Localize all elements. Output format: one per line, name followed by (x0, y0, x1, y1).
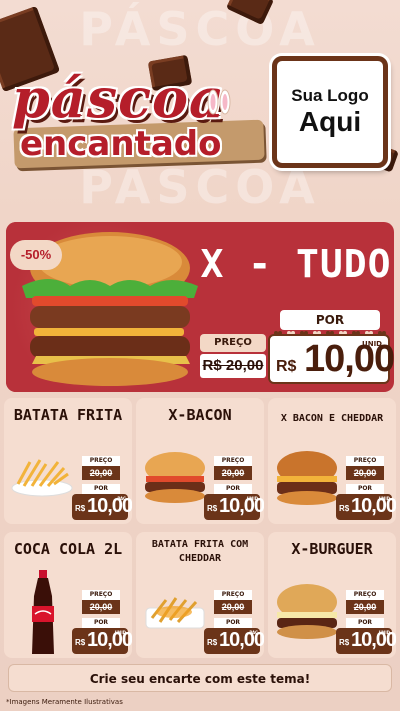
discount-badge: -50% (10, 240, 62, 270)
card-price: R$ 10,00 UNID (204, 494, 264, 520)
hero-preco-label: PREÇO (200, 334, 266, 352)
card-por-label: POR (214, 618, 252, 628)
card-title: X BACON E CHEDDAR (280, 413, 384, 424)
product-card: X-BACON PREÇO 20,00 POR R$ 10,00 UNID (136, 398, 264, 524)
card-por-label: POR (82, 484, 120, 494)
currency-symbol: R$ (276, 358, 297, 375)
card-title: COCA COLA 2L (13, 540, 123, 558)
burger-cheddar-image (277, 451, 337, 505)
card-title: BATATA FRITA COM CHEDDAR (151, 539, 249, 564)
card-price: R$ 10,00 PAC (204, 628, 264, 654)
product-card: COCA COLA 2L PREÇO 20,00 POR R$ 10,00 UN… (4, 532, 132, 658)
product-card: X BACON E CHEDDAR PREÇO 20,00 POR R$ 10,… (268, 398, 396, 524)
card-title: X-BURGUER (291, 540, 373, 558)
card-old-price: 20,00 (214, 600, 252, 614)
burger-image (145, 452, 205, 503)
hero-old-price: R$ 20,00 (200, 354, 266, 378)
card-price: R$ 10,00 UNID (336, 628, 396, 654)
hero-por-label: POR (280, 310, 380, 330)
logo-line2: Aqui (298, 106, 362, 137)
card-old-price: 20,00 (82, 600, 120, 614)
title-sub: encantado (20, 124, 222, 164)
cta-banner[interactable]: Crie seu encarte com este tema! (8, 664, 392, 692)
fries-cheddar-image (145, 597, 205, 629)
bunny-ears-icon (207, 89, 231, 115)
card-price: R$ 10,00 UNID (72, 628, 132, 654)
card-old-price: 20,00 (346, 600, 384, 614)
card-old-price: 20,00 (214, 466, 252, 480)
burger-plain-image (277, 584, 337, 639)
card-preco-label: PREÇO (346, 590, 384, 600)
card-por-label: POR (346, 618, 384, 628)
card-preco-label: PREÇO (214, 590, 252, 600)
card-title: BATATA FRITA (13, 406, 123, 424)
disclaimer: *Imagens Meramente Ilustrativas (6, 698, 123, 706)
product-card: X-BURGUER PREÇO 20,00 POR R$ 10,00 UNID (268, 532, 396, 658)
card-preco-label: PREÇO (214, 456, 252, 466)
hero-new-price: R$ 10,00 UNID (268, 334, 395, 384)
logo-line1: Sua Logo (291, 86, 369, 105)
card-preco-label: PREÇO (82, 590, 120, 600)
card-preco-label: PREÇO (346, 456, 384, 466)
unit-label: UNID (362, 340, 382, 348)
soda-bottle-image (32, 570, 54, 654)
fries-image (11, 459, 73, 497)
card-por-label: POR (82, 618, 120, 628)
card-price: R$ 10,00 PAC (72, 494, 132, 520)
logo-placeholder: Sua Logo Aqui (272, 56, 388, 168)
product-card: BATATA FRITA COM CHEDDAR PREÇO 20,00 POR… (136, 532, 264, 658)
card-title: X-BACON (168, 406, 232, 424)
card-por-label: POR (214, 484, 252, 494)
card-por-label: POR (346, 484, 384, 494)
card-preco-label: PREÇO (82, 456, 120, 466)
card-old-price: 20,00 (346, 466, 384, 480)
product-card: BATATA FRITA PREÇO 20,00 POR R$ 10,00 PA… (4, 398, 132, 524)
background-watermark-top: PÁSCOA (79, 2, 321, 56)
card-price: R$ 10,00 UNID (336, 494, 396, 520)
card-old-price: 20,00 (82, 466, 120, 480)
hero-title: X - TUDO (200, 242, 392, 286)
easter-title: páscoa encantado (8, 60, 268, 170)
title-main: páscoa (12, 66, 226, 130)
